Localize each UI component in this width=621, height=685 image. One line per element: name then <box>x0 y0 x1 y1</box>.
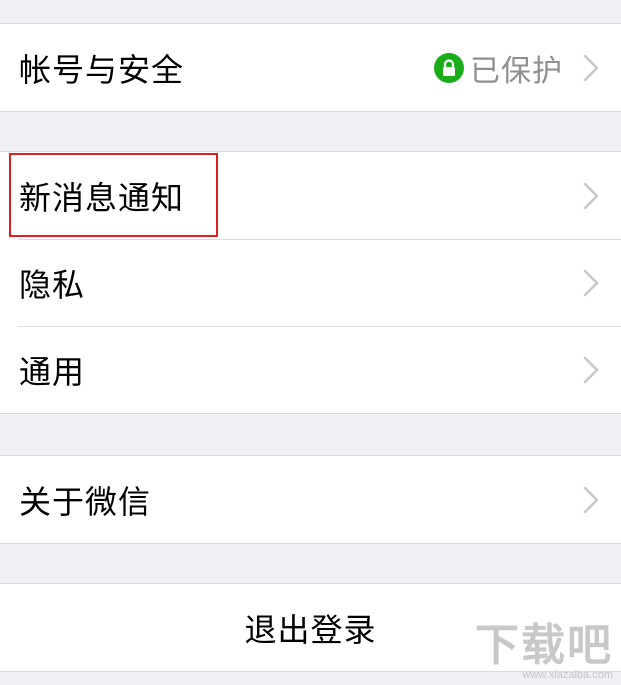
account-security-label: 帐号与安全 <box>19 50 185 89</box>
about-wechat-label: 关于微信 <box>19 482 152 521</box>
chevron-right-icon <box>583 182 599 209</box>
protected-status-text: 已保护 <box>470 53 563 89</box>
chevron-right-icon <box>583 486 599 513</box>
watermark: 下载吧 www.xiazaiba.com <box>475 620 613 682</box>
chevron-right-icon <box>583 269 599 296</box>
new-message-notification-row[interactable]: 新消息通知 <box>0 152 621 239</box>
chevron-right-icon <box>583 356 599 383</box>
about-wechat-row[interactable]: 关于微信 <box>0 456 621 543</box>
settings-group-account: 帐号与安全 已保护 <box>0 23 621 112</box>
settings-group-about: 关于微信 <box>0 455 621 544</box>
account-security-status: 已保护 <box>434 46 599 90</box>
new-message-notification-label: 新消息通知 <box>19 178 185 217</box>
general-row[interactable]: 通用 <box>0 326 621 413</box>
account-security-row[interactable]: 帐号与安全 已保护 <box>0 24 621 111</box>
privacy-row[interactable]: 隐私 <box>0 239 621 326</box>
logout-label: 退出登录 <box>244 610 377 649</box>
row-accessory <box>583 269 599 297</box>
row-accessory <box>583 356 599 384</box>
row-accessory <box>583 182 599 210</box>
general-label: 通用 <box>19 352 86 391</box>
lock-icon <box>434 52 464 83</box>
row-accessory <box>583 486 599 514</box>
settings-group-general: 新消息通知 隐私 通用 <box>0 151 621 414</box>
chevron-right-icon <box>583 54 599 81</box>
watermark-brand: 下载吧 <box>475 620 613 671</box>
privacy-label: 隐私 <box>19 265 86 304</box>
